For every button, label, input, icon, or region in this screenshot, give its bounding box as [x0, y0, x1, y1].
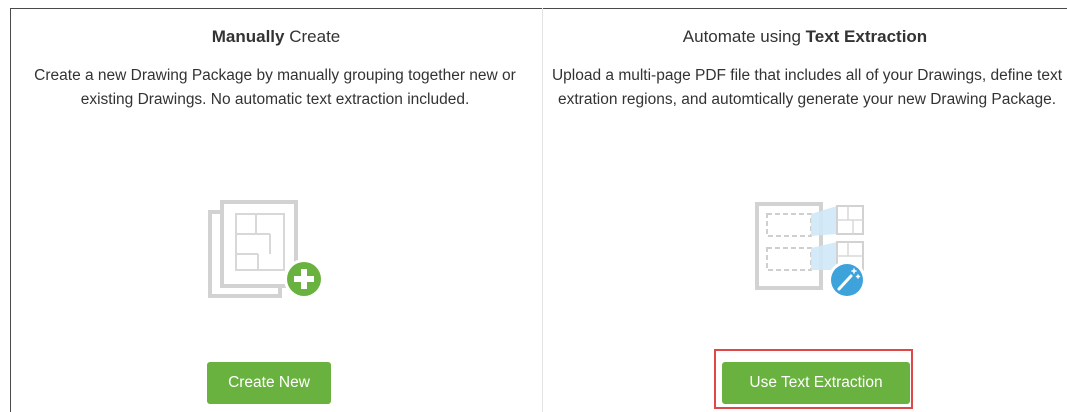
automate-title-rest: Automate using [682, 27, 806, 46]
manual-title-strong: Manually [211, 27, 285, 46]
manual-create-title: Manually Create [10, 27, 542, 47]
text-extraction-panel: Automate using Text Extraction Upload a … [543, 8, 1067, 412]
text-extraction-title: Automate using Text Extraction [543, 27, 1067, 47]
manual-create-panel: Manually Create Create a new Drawing Pac… [10, 8, 542, 412]
manual-title-rest: Create [284, 27, 341, 46]
use-text-extraction-button[interactable]: Use Text Extraction [722, 362, 910, 404]
text-extraction-wand-icon [753, 198, 873, 313]
create-new-button[interactable]: Create New [207, 362, 331, 404]
manual-create-description: Create a new Drawing Package by manually… [34, 67, 516, 108]
automate-title-strong: Text Extraction [805, 27, 928, 46]
drawing-stack-add-icon [208, 198, 338, 313]
text-extraction-description: Upload a multi-page PDF file that includ… [551, 67, 1063, 108]
